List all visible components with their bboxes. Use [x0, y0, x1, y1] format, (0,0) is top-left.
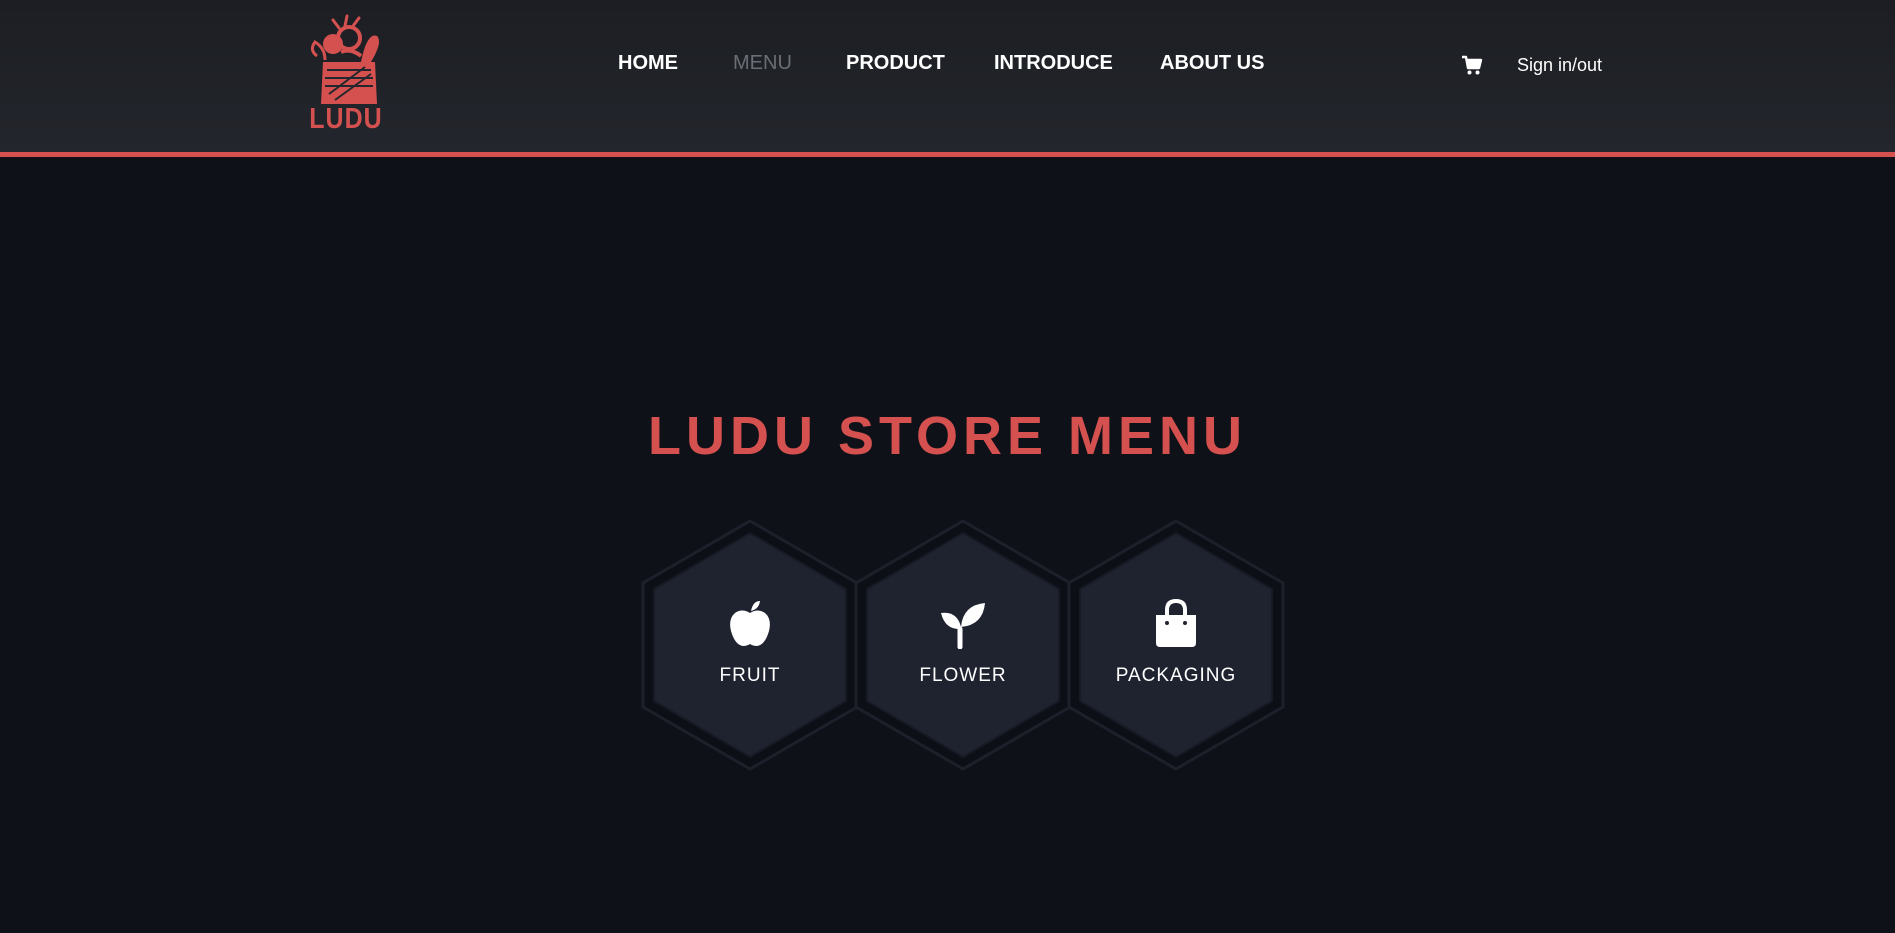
nav-menu[interactable]: MENU: [733, 52, 792, 75]
ludu-logo[interactable]: LUDU: [305, 12, 387, 135]
sprout-icon: [937, 599, 989, 649]
apple-icon: [724, 599, 776, 649]
category-packaging[interactable]: PACKAGING: [1066, 519, 1286, 771]
nav-introduce[interactable]: INTRODUCE: [994, 52, 1113, 75]
category-label: FRUIT: [719, 665, 781, 686]
category-label: FLOWER: [919, 665, 1007, 686]
category-fruit[interactable]: FRUIT: [640, 519, 860, 771]
sign-in-out-link[interactable]: Sign in/out: [1517, 55, 1602, 76]
category-flower[interactable]: FLOWER: [853, 519, 1073, 771]
category-label: PACKAGING: [1115, 665, 1237, 686]
header-divider: [0, 152, 1895, 157]
shopping-bag-icon: [1150, 599, 1202, 649]
nav-home[interactable]: HOME: [618, 52, 678, 75]
nav-about-us[interactable]: ABOUT US: [1160, 52, 1264, 75]
page-title: LUDU STORE MENU: [647, 406, 1248, 466]
grocery-bag-logo-icon: [310, 14, 379, 104]
site-header: LUDU HOME MENU PRODUCT INTRODUCE ABOUT U…: [0, 0, 1895, 152]
nav-product[interactable]: PRODUCT: [846, 52, 945, 75]
cart-icon[interactable]: [1461, 54, 1483, 76]
logo-text: LUDU: [309, 102, 383, 136]
